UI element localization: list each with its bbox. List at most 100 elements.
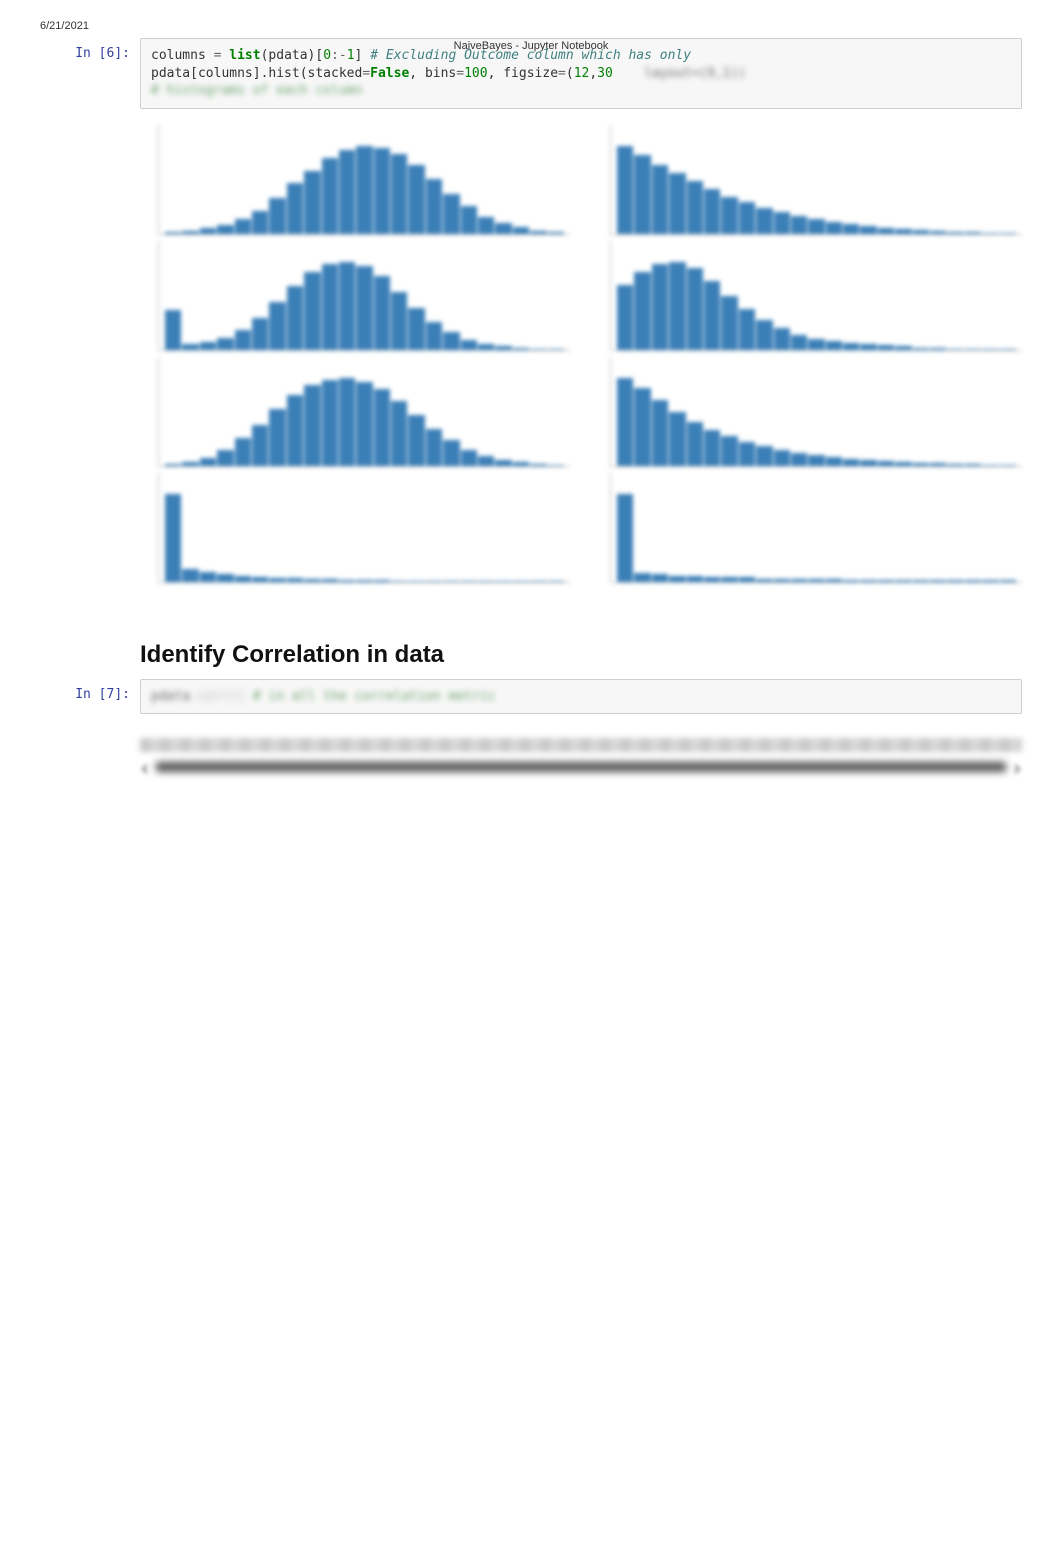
bar — [687, 268, 703, 350]
bar — [895, 229, 911, 234]
bar — [356, 580, 372, 582]
bar — [252, 425, 268, 466]
bar — [895, 346, 911, 349]
bar — [339, 378, 355, 466]
bar — [304, 385, 320, 465]
chevron-left-icon — [140, 762, 150, 772]
bar — [374, 276, 390, 350]
bar — [721, 296, 737, 350]
bar — [426, 179, 442, 233]
bar — [269, 302, 285, 350]
bar — [391, 292, 407, 350]
bar — [322, 380, 338, 466]
bar — [652, 574, 668, 581]
code-cell-7: In [7]: pdata.corr() pdata.corr() # in a… — [40, 679, 1022, 773]
bar — [947, 464, 963, 466]
bar — [756, 446, 772, 466]
bar — [826, 579, 842, 582]
histogram-subplot — [610, 241, 1022, 351]
bar — [1000, 580, 1016, 581]
bar — [1000, 465, 1016, 466]
bar — [182, 462, 198, 466]
histogram-subplot — [158, 357, 570, 467]
bar — [634, 388, 650, 466]
bar — [617, 494, 633, 582]
histogram-subplot — [158, 473, 570, 583]
bar — [530, 464, 546, 466]
bar — [652, 264, 668, 350]
bar — [165, 232, 181, 234]
bar — [269, 409, 285, 466]
bar — [808, 455, 824, 466]
bar — [495, 346, 511, 350]
bar — [1000, 233, 1016, 234]
bar — [756, 579, 772, 582]
bar — [687, 181, 703, 234]
bar — [530, 231, 546, 234]
bar — [860, 580, 876, 581]
bar — [843, 343, 859, 349]
bar — [774, 328, 790, 349]
bar — [739, 309, 755, 350]
histogram-subplot — [610, 473, 1022, 583]
histogram-grid — [140, 115, 1022, 593]
bar — [461, 340, 477, 350]
code-token: pdata[columns].hist(stacked — [151, 66, 362, 81]
print-title: NaiveBayes - Jupyter Notebook — [454, 40, 609, 52]
bar — [165, 494, 181, 582]
bar — [408, 308, 424, 350]
chevron-right-icon — [1012, 762, 1022, 772]
bar — [687, 576, 703, 582]
bar — [182, 231, 198, 234]
bar — [895, 462, 911, 466]
print-date: 6/21/2021 — [40, 20, 1022, 32]
bar — [461, 581, 477, 582]
bar — [356, 382, 372, 466]
bar — [322, 579, 338, 582]
bars — [159, 262, 570, 350]
code-blurred: layout=(9,1)) — [613, 66, 746, 81]
code-op: : — [331, 48, 339, 63]
histogram-subplot — [158, 125, 570, 235]
bar — [982, 580, 998, 581]
bar — [495, 223, 511, 233]
bar — [878, 345, 894, 349]
bar — [652, 165, 668, 233]
bar — [426, 322, 442, 350]
code-keyword-false: False — [370, 66, 409, 81]
bar — [808, 579, 824, 582]
bar — [548, 465, 564, 466]
bar — [774, 212, 790, 234]
code-token: ( — [566, 66, 574, 81]
bar — [947, 349, 963, 350]
bar — [843, 580, 859, 581]
bar — [374, 580, 390, 582]
bar — [322, 264, 338, 350]
bar — [843, 459, 859, 466]
code-op: = — [456, 66, 464, 81]
bar — [774, 450, 790, 466]
bar — [478, 581, 494, 582]
output-6 — [140, 115, 1022, 593]
bar — [965, 464, 981, 466]
bar — [339, 262, 355, 350]
bar — [808, 339, 824, 350]
code-blurred-comment: # in all the correlation metric — [253, 689, 496, 704]
bar — [548, 349, 564, 350]
code-number: 12 — [574, 66, 590, 81]
bar — [791, 335, 807, 350]
bars — [611, 262, 1022, 350]
bar — [495, 581, 511, 582]
bar — [356, 266, 372, 350]
bar — [687, 422, 703, 466]
bar — [252, 211, 268, 234]
code-number: 1 — [347, 48, 355, 63]
bar — [617, 146, 633, 234]
bar — [808, 219, 824, 234]
code-input-7[interactable]: pdata.corr() pdata.corr() # in all the c… — [140, 679, 1022, 715]
bar — [182, 569, 198, 582]
bar — [739, 577, 755, 581]
bar — [530, 349, 546, 350]
bars — [159, 146, 570, 234]
bar — [826, 457, 842, 466]
